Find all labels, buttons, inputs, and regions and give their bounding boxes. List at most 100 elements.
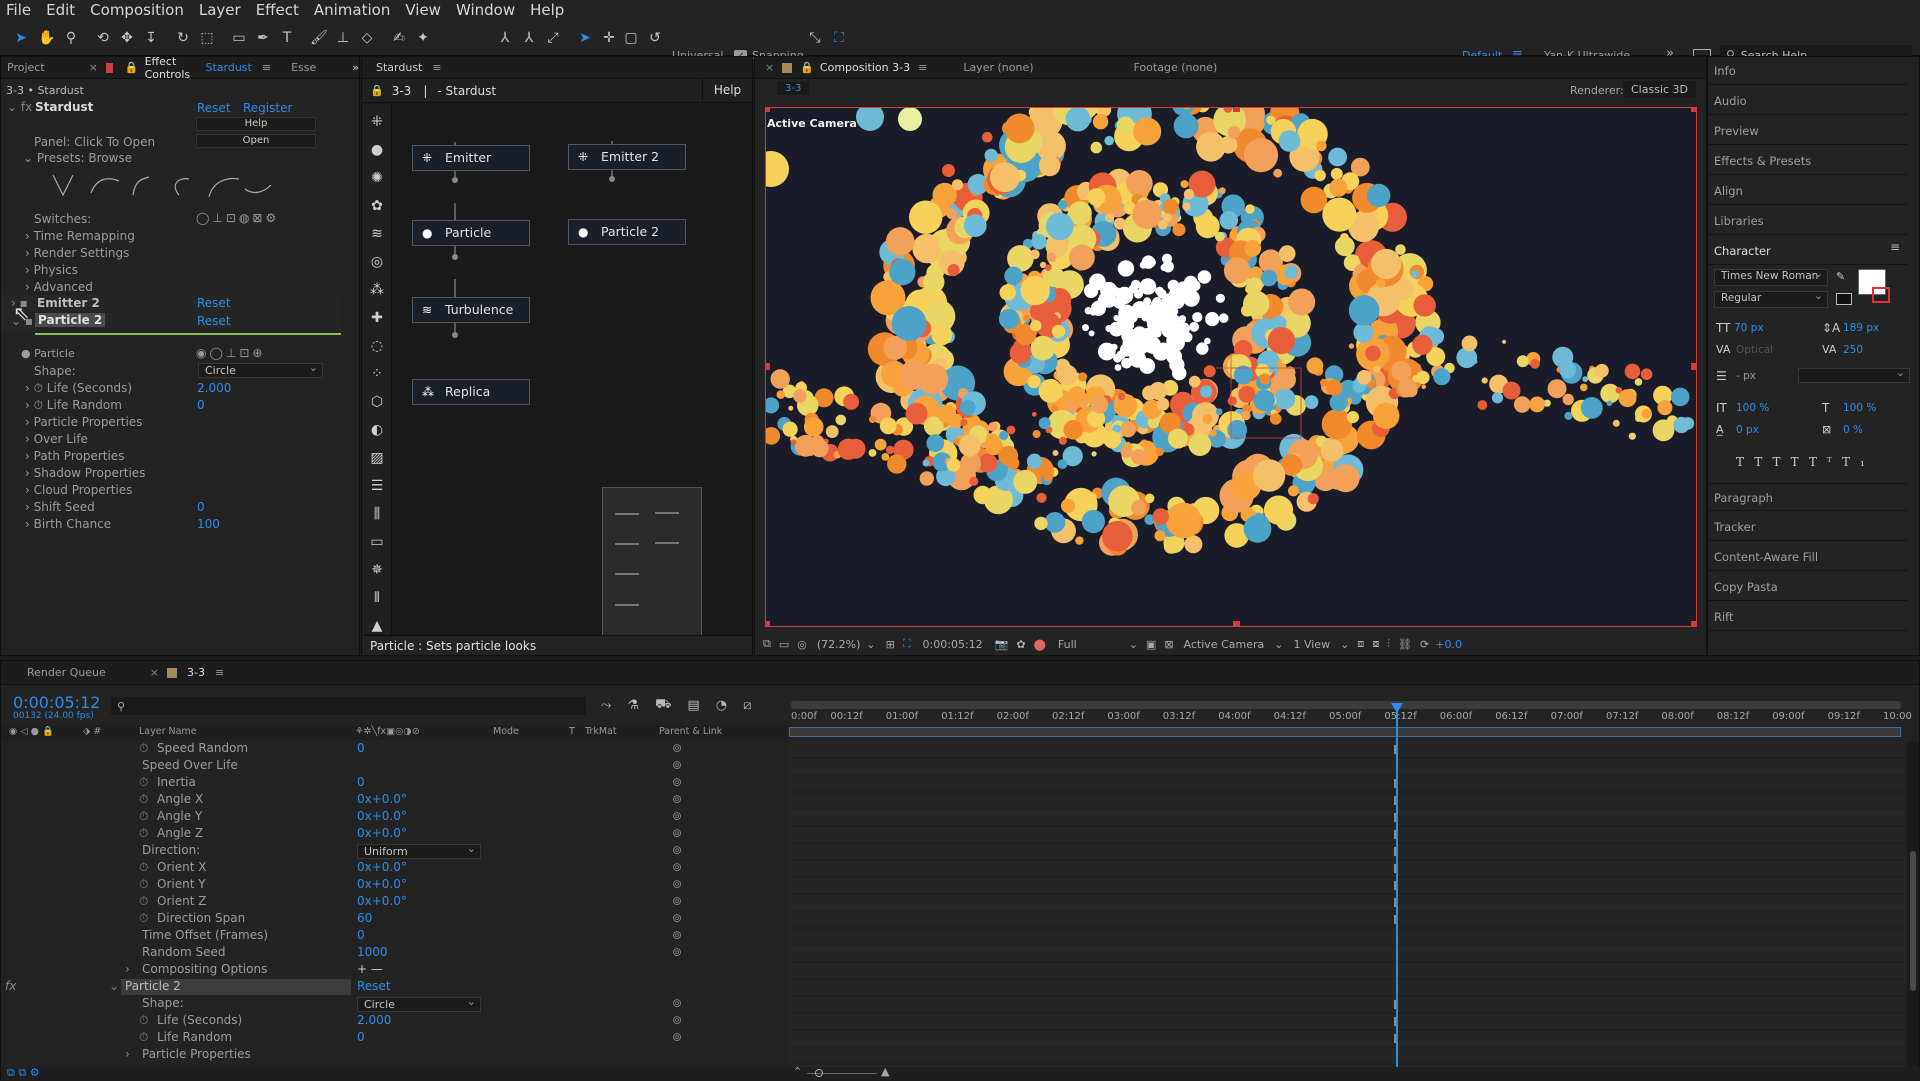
birth-chance-row[interactable]: › Birth Chance: [25, 517, 111, 531]
footer-toggle-icons[interactable]: ⧉ ⧉ ⚙: [7, 1066, 40, 1080]
tl-prop-value[interactable]: 0x+0.0°: [357, 877, 407, 891]
shape-dropdown[interactable]: Circle: [198, 361, 323, 378]
comp-subtab[interactable]: 3-3: [777, 82, 810, 95]
panel-info[interactable]: Info: [1708, 57, 1908, 85]
open-button[interactable]: Open: [196, 134, 316, 148]
hand-tool-icon[interactable]: ✋: [38, 29, 56, 47]
tl-prop-value[interactable]: 0: [357, 741, 365, 755]
comp-mini-flowchart-icon[interactable]: ⤳: [601, 698, 611, 713]
snap-options-icon[interactable]: ⤡: [806, 29, 824, 47]
always-preview-icon[interactable]: ⧉: [763, 637, 771, 651]
menu-animation[interactable]: Animation: [314, 1, 390, 19]
type-tool-icon[interactable]: T: [278, 29, 296, 47]
node-turbulence[interactable]: ≋ Turbulence: [412, 297, 530, 323]
font-size-value[interactable]: 70 px: [1734, 322, 1764, 334]
view-layout-dropdown[interactable]: 1 View: [1293, 638, 1330, 651]
panel-preview[interactable]: Preview: [1708, 117, 1908, 145]
frame-blend-icon[interactable]: ▤: [687, 698, 699, 713]
shift-seed-row[interactable]: › Shift Seed: [25, 500, 95, 514]
tl-prop-value[interactable]: 0x+0.0°: [357, 792, 407, 806]
timeline-timecode[interactable]: 0:00:05:12: [13, 693, 100, 712]
node-particle[interactable]: ● Particle: [412, 220, 530, 246]
chevron-down-icon[interactable]: ⌄: [1340, 638, 1349, 651]
menu-window[interactable]: Window: [456, 1, 515, 19]
particle2-row[interactable]: ⌄ ▪ Particle 2 Reset: [1, 313, 341, 330]
grid-icon[interactable]: ⊞: [886, 638, 895, 651]
lock-icon[interactable]: 🔒: [370, 84, 384, 97]
tl-row-orient-y[interactable]: ⏱ Orient Y 0x+0.0° ⊚: [1, 877, 791, 894]
tab-essential[interactable]: Esse: [291, 61, 316, 74]
snap-grid-icon[interactable]: ⛶: [830, 29, 848, 47]
tracking-value[interactable]: 250: [1843, 344, 1863, 356]
leading-value[interactable]: 189 px: [1843, 322, 1879, 334]
tl-prop-value[interactable]: 0x+0.0°: [357, 809, 407, 823]
lock-icon[interactable]: 🔒: [125, 61, 139, 74]
presets-label[interactable]: ⌄ Presets: Browse: [23, 151, 132, 165]
tl-row-speed-random[interactable]: ⏱ Speed Random 0 ⊚: [1, 741, 791, 758]
camera-view-dropdown[interactable]: Active Camera: [1184, 638, 1265, 651]
local-axis-icon[interactable]: ⅄: [496, 29, 514, 47]
life-random-value[interactable]: 0: [197, 398, 205, 412]
menu-view[interactable]: View: [405, 1, 441, 19]
col-switches-icons[interactable]: ⚘✲╲fx▣◎◑⊘: [355, 726, 420, 737]
close-icon[interactable]: ×: [150, 666, 159, 679]
close-icon[interactable]: ×: [89, 61, 98, 74]
tl-prop-value[interactable]: 60: [357, 911, 372, 925]
tl-row-particle-properties[interactable]: › Particle Properties: [1, 1047, 791, 1064]
tl-row-time-offset[interactable]: Time Offset (Frames) 0 ⊚: [1, 928, 791, 945]
kerning-value[interactable]: Optical: [1736, 344, 1773, 356]
reset-link[interactable]: Reset: [197, 101, 231, 115]
node-replica[interactable]: ⁂ Replica: [412, 379, 530, 405]
graph-editor-icon[interactable]: ⧄: [743, 698, 751, 713]
puppet-pin-icon[interactable]: ✦: [414, 29, 432, 47]
color-channel-icon[interactable]: ⬤: [1034, 638, 1046, 651]
shy-icon[interactable]: ⛟: [655, 697, 671, 714]
timeline-track-area[interactable]: [789, 741, 1904, 1067]
col-t[interactable]: T: [569, 726, 575, 737]
timeline-switch-icons[interactable]: ⤳ ⚗ ⛟ ▤ ◔ ⧄: [601, 697, 751, 714]
tl-prop-value[interactable]: 0: [357, 928, 365, 942]
menu-help[interactable]: Help: [530, 1, 564, 19]
tl-prop-value[interactable]: Reset: [357, 979, 391, 993]
menu-composition[interactable]: Composition: [90, 1, 184, 19]
group-physics[interactable]: › Physics: [25, 263, 78, 277]
rectangle-tool-icon[interactable]: ▭: [230, 29, 248, 47]
renderer-value[interactable]: Classic 3D: [1623, 81, 1697, 98]
chevron-down-icon[interactable]: ⌄: [1274, 638, 1283, 651]
panel-character[interactable]: Character: [1708, 237, 1908, 265]
black-white-swatch[interactable]: [1836, 293, 1852, 305]
orbit-tool-icon[interactable]: ⟲: [94, 29, 112, 47]
resolution-dropdown[interactable]: Full: [1058, 638, 1077, 651]
work-area-bar[interactable]: [791, 701, 1901, 709]
subgroup-cloud-properties[interactable]: › Cloud Properties: [25, 483, 132, 497]
tl-prop-value[interactable]: 1000: [357, 945, 388, 959]
tl-row-shape[interactable]: Shape:Circle⊚: [1, 995, 791, 1013]
shape-dropdown[interactable]: Circle: [357, 995, 481, 1012]
panel-libraries[interactable]: Libraries: [1708, 207, 1908, 235]
close-icon[interactable]: ×: [765, 61, 774, 74]
node-minimap[interactable]: [602, 487, 702, 637]
group-time-remapping[interactable]: › Time Remapping: [25, 229, 135, 243]
horizontal-scale-value[interactable]: 100 %: [1843, 402, 1876, 414]
panel-audio[interactable]: Audio: [1708, 87, 1908, 115]
panel-menu-icon[interactable]: ≡: [262, 61, 271, 74]
tl-prop-value[interactable]: 0: [357, 775, 365, 789]
layer-duration-bar[interactable]: [789, 727, 1901, 737]
stroke-color-swatch[interactable]: [1872, 287, 1890, 303]
rotate-tool-icon[interactable]: ↻: [174, 29, 192, 47]
zoom-in-icon[interactable]: ▲: [881, 1065, 889, 1078]
node-emitter-2[interactable]: ⁜ Emitter 2: [568, 144, 686, 170]
panel-menu-icon[interactable]: ≡: [1890, 240, 1900, 254]
col-trkmat[interactable]: TrkMat: [585, 726, 617, 737]
tab-footage[interactable]: Footage (none): [1134, 61, 1218, 74]
current-time[interactable]: 0:00:05:12: [923, 638, 983, 651]
tl-row-orient-z[interactable]: ⏱ Orient Z 0x+0.0° ⊚: [1, 894, 791, 911]
subgroup-over-life[interactable]: › Over Life: [25, 432, 88, 446]
preset-thumbnails[interactable]: [49, 171, 273, 201]
tl-row-orient-x[interactable]: ⏱ Orient X 0x+0.0° ⊚: [1, 860, 791, 877]
add-remove-buttons[interactable]: + —: [357, 962, 383, 976]
panel-menu-icon[interactable]: ≡: [215, 666, 224, 679]
subgroup-shadow-properties[interactable]: › Shadow Properties: [25, 466, 145, 480]
fx-icon[interactable]: ⌄ fx: [7, 100, 32, 114]
panel-effects-presets[interactable]: Effects & Presets: [1708, 147, 1908, 175]
